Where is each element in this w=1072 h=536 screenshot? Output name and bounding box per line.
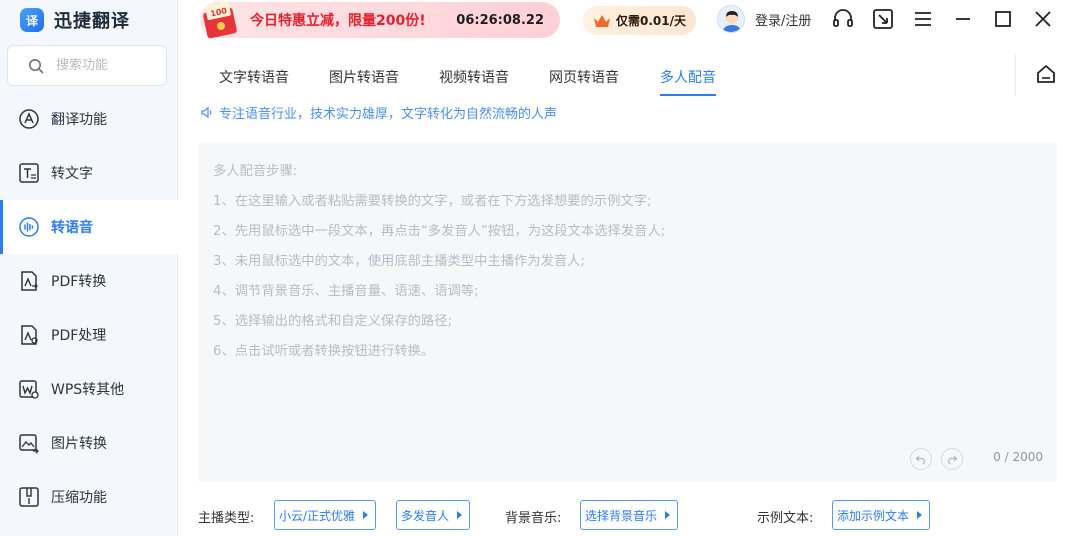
- text-input-area[interactable]: [198, 143, 1043, 443]
- speaker-icon: [201, 106, 212, 119]
- arrow-right-icon: [457, 511, 463, 519]
- logo-icon: 译: [20, 8, 44, 32]
- pdf-convert-icon: [18, 270, 40, 292]
- arrow-right-icon: [917, 511, 923, 519]
- app-title: 迅捷翻译: [54, 11, 130, 32]
- home-icon[interactable]: [1035, 63, 1057, 85]
- compress-icon: [18, 486, 40, 508]
- pdf-process-icon: [18, 324, 40, 346]
- login-register-link[interactable]: 登录/注册: [755, 10, 811, 29]
- undo-button[interactable]: [910, 448, 932, 470]
- search-input[interactable]: [56, 58, 156, 73]
- close-icon[interactable]: [1032, 8, 1054, 30]
- user-avatar-icon: [722, 11, 742, 32]
- multi-speaker-label: 多发音人: [401, 508, 450, 523]
- sidebar-item-wps-convert[interactable]: WPS转其他: [0, 362, 178, 416]
- anchor-type-select[interactable]: 小云/正式优雅: [274, 500, 377, 530]
- sidebar-item-translate[interactable]: 翻译功能: [0, 92, 178, 146]
- vip-button[interactable]: 仅需0.01/天: [583, 6, 696, 35]
- wps-convert-icon: [18, 378, 40, 400]
- bgm-label: 背景音乐:: [505, 511, 562, 526]
- notice-text: 专注语音行业，技术实力雄厚，文字转化为自然流畅的人声: [219, 107, 558, 122]
- maximize-icon[interactable]: [992, 8, 1014, 30]
- menu-icon[interactable]: [912, 8, 934, 30]
- sidebar-item-compress[interactable]: 压缩功能: [0, 470, 178, 524]
- sample-text-label: 示例文本:: [757, 511, 814, 526]
- sidebar-item-label: 转语音: [51, 220, 93, 236]
- sidebar-item-pdf-process[interactable]: PDF处理: [0, 308, 178, 362]
- text-editor-panel: 0 / 2000: [198, 143, 1057, 482]
- crown-icon: [594, 14, 610, 27]
- sidebar-nav: 翻译功能 转文字 转语音 PDF转换 PDF处理 WPS转其他 图片转换 压缩功…: [0, 92, 178, 524]
- avatar[interactable]: [717, 5, 745, 33]
- promo-text: 今日特惠立减，限量200份!: [250, 13, 426, 29]
- notice-bar: 专注语音行业，技术实力雄厚，文字转化为自然流畅的人声: [201, 103, 557, 122]
- feature-tabs: 文字转语音 图片转语音 视频转语音 网页转语音 多人配音: [201, 58, 716, 96]
- vip-price: 仅需0.01/天: [616, 14, 686, 28]
- search-box[interactable]: [7, 45, 167, 86]
- sidebar-item-label: 翻译功能: [51, 112, 107, 128]
- sidebar-item-label: 转文字: [51, 166, 93, 182]
- promo-countdown: 06:26:08.22: [456, 12, 544, 28]
- arrow-right-icon: [363, 511, 369, 519]
- promo-banner[interactable]: 100 今日特惠立减，限量200份! 06:26:08.22: [200, 2, 560, 39]
- undo-icon: [915, 455, 925, 465]
- tab-video-to-speech[interactable]: 视频转语音: [439, 58, 509, 96]
- bgm-select[interactable]: 选择背景音乐: [580, 500, 679, 530]
- sidebar-item-label: PDF处理: [51, 328, 107, 344]
- sidebar: 译 迅捷翻译 翻译功能 转文字 转语音 PDF转换 PDF处理 WPS转其他: [0, 0, 178, 536]
- bgm-value: 选择背景音乐: [585, 508, 658, 523]
- sidebar-item-label: 压缩功能: [51, 490, 107, 506]
- voice-wave-icon: [18, 216, 40, 238]
- anchor-type-label: 主播类型:: [198, 511, 255, 526]
- redo-button[interactable]: [941, 448, 963, 470]
- sidebar-item-text-to-speech[interactable]: 转语音: [0, 200, 178, 254]
- minimize-icon[interactable]: [952, 8, 974, 30]
- translate-icon: [18, 108, 40, 130]
- sidebar-item-text-convert[interactable]: 转文字: [0, 146, 178, 200]
- image-convert-icon: [18, 432, 40, 454]
- sidebar-item-pdf-convert[interactable]: PDF转换: [0, 254, 178, 308]
- tab-text-to-speech[interactable]: 文字转语音: [219, 58, 289, 96]
- anchor-type-value: 小云/正式优雅: [279, 508, 356, 523]
- headset-icon[interactable]: [832, 8, 854, 30]
- tab-webpage-to-speech[interactable]: 网页转语音: [549, 58, 619, 96]
- sidebar-item-label: 图片转换: [51, 436, 107, 452]
- text-convert-icon: [18, 162, 40, 184]
- sidebar-item-label: PDF转换: [51, 274, 107, 290]
- red-envelope-icon: 100: [203, 2, 237, 39]
- redo-icon: [948, 455, 958, 465]
- multi-speaker-button[interactable]: 多发音人: [396, 500, 471, 530]
- sidebar-item-image-convert[interactable]: 图片转换: [0, 416, 178, 470]
- search-icon: [29, 58, 44, 73]
- shrink-window-icon[interactable]: [872, 8, 894, 30]
- tab-multi-dubbing[interactable]: 多人配音: [660, 58, 716, 96]
- sample-text-value: 添加示例文本: [837, 508, 910, 523]
- app-logo: 译 迅捷翻译: [20, 6, 130, 34]
- sample-text-select[interactable]: 添加示例文本: [832, 500, 931, 530]
- arrow-right-icon: [665, 511, 671, 519]
- char-count: 0 / 2000: [993, 450, 1043, 464]
- sidebar-item-label: WPS转其他: [51, 382, 125, 398]
- login-area[interactable]: 登录/注册: [717, 5, 811, 33]
- divider: [1015, 54, 1016, 96]
- tab-image-to-speech[interactable]: 图片转语音: [329, 58, 399, 96]
